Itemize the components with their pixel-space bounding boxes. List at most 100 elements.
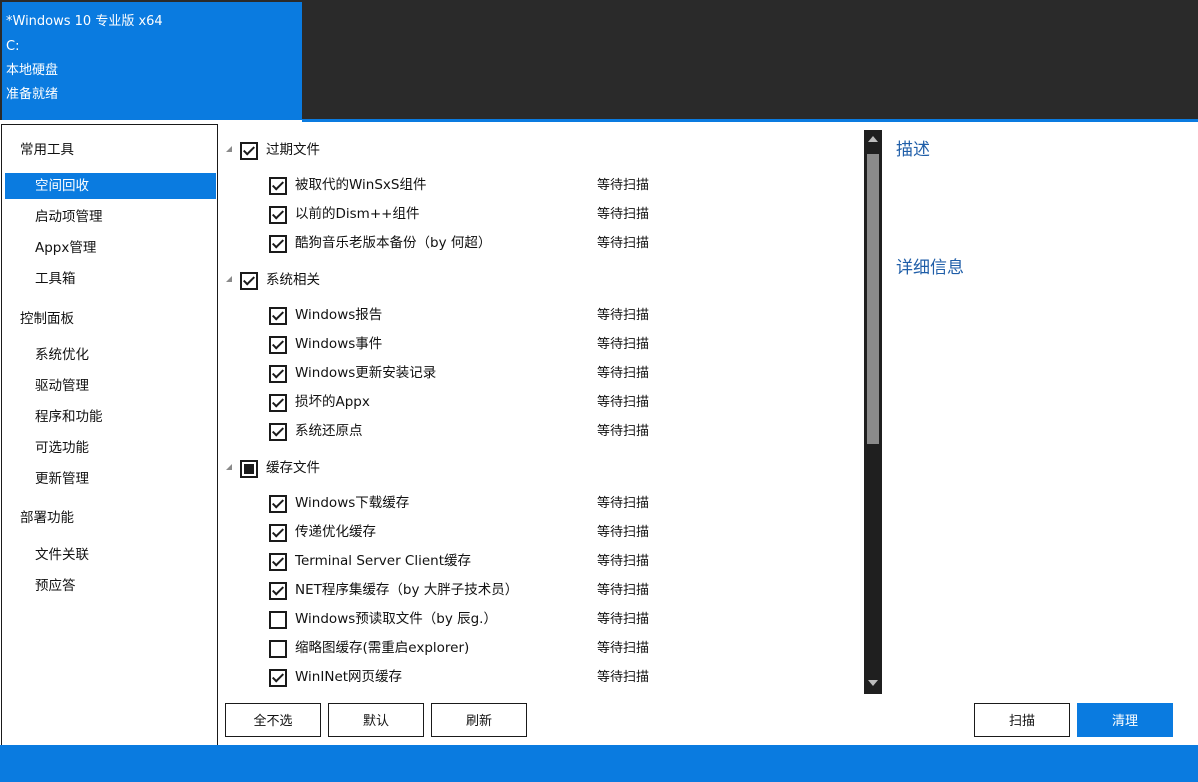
sidebar-section-deploy: 部署功能 [20,510,74,526]
disk-type: 本地硬盘 [6,63,59,78]
system-info-card[interactable]: *Windows 10 专业版 x64 C: 本地硬盘 准备就绪 [2,2,302,120]
item-status: 等待扫描 [597,207,650,222]
item-status: 等待扫描 [597,337,650,352]
item-label: 损坏的Appx [295,394,370,410]
sidebar-item-file-association[interactable]: 文件关联 [35,542,89,568]
item-label: Terminal Server Client缓存 [295,553,471,569]
item-checkbox[interactable] [269,206,287,224]
tree-item[interactable]: Windows更新安装记录 等待扫描 [220,359,860,388]
item-checkbox[interactable] [269,669,287,687]
item-label: Windows预读取文件（by 辰g.） [295,611,497,627]
sidebar-section-common-tools: 常用工具 [20,142,74,158]
group-checkbox[interactable] [240,460,258,478]
tree-item[interactable]: Windows预读取文件（by 辰g.） 等待扫描 [220,605,860,634]
item-label: NET程序集缓存（by 大胖子技术员） [295,582,519,598]
item-label: 系统还原点 [295,423,363,439]
tree-group-cache-files[interactable]: 缓存文件 [220,454,860,483]
tree-item[interactable]: NET程序集缓存（by 大胖子技术员） 等待扫描 [220,576,860,605]
tree-item[interactable]: Windows下载缓存 等待扫描 [220,489,860,518]
item-label: Windows更新安装记录 [295,365,437,381]
group-checkbox[interactable] [240,142,258,160]
item-status: 等待扫描 [597,670,650,685]
details-title: 详细信息 [896,258,964,278]
tree-item[interactable]: 以前的Dism++组件 等待扫描 [220,200,860,229]
item-label: 传递优化缓存 [295,524,376,540]
scroll-down-arrow-icon[interactable] [864,672,882,694]
item-status: 等待扫描 [597,424,650,439]
tree-item[interactable]: 被取代的WinSxS组件 等待扫描 [220,171,860,200]
item-checkbox[interactable] [269,177,287,195]
deselect-all-button[interactable]: 全不选 [225,703,321,737]
status-bar [0,745,1198,782]
sidebar-item-startup-manager[interactable]: 启动项管理 [35,204,103,230]
tree-item[interactable]: 传递优化缓存 等待扫描 [220,518,860,547]
tree-item[interactable]: 酷狗音乐老版本备份（by 何超） 等待扫描 [220,229,860,258]
item-checkbox[interactable] [269,394,287,412]
refresh-button[interactable]: 刷新 [431,703,527,737]
collapse-arrow-icon[interactable] [226,464,232,470]
tree-item[interactable]: Windows事件 等待扫描 [220,330,860,359]
tree-item[interactable]: Terminal Server Client缓存 等待扫描 [220,547,860,576]
tree-group-expired-files[interactable]: 过期文件 [220,136,860,165]
scroll-thumb[interactable] [867,154,879,444]
item-checkbox[interactable] [269,307,287,325]
item-label: 被取代的WinSxS组件 [295,177,427,193]
item-status: 等待扫描 [597,366,650,381]
sidebar-section-control-panel: 控制面板 [20,311,74,327]
item-checkbox[interactable] [269,423,287,441]
sidebar-item-optional-features[interactable]: 可选功能 [35,435,89,461]
item-checkbox[interactable] [269,611,287,629]
item-checkbox[interactable] [269,495,287,513]
sidebar-item-programs[interactable]: 程序和功能 [35,404,103,430]
group-label: 系统相关 [266,272,320,288]
item-status: 等待扫描 [597,612,650,627]
item-checkbox[interactable] [269,582,287,600]
item-status: 等待扫描 [597,496,650,511]
sidebar-item-appx-manager[interactable]: Appx管理 [35,235,96,261]
collapse-arrow-icon[interactable] [226,276,232,282]
group-label: 缓存文件 [266,460,320,476]
item-status: 等待扫描 [597,308,650,323]
item-label: 缩略图缓存(需重启explorer) [295,640,470,656]
cleanup-tree-list: 过期文件 被取代的WinSxS组件 等待扫描 以前的Dism++组件 等待扫描 … [220,125,860,695]
sidebar-item-driver-manager[interactable]: 驱动管理 [35,373,89,399]
clean-button[interactable]: 清理 [1077,703,1173,737]
system-status: 准备就绪 [6,87,59,102]
drive-letter: C: [6,39,20,54]
item-label: WinINet网页缓存 [295,669,403,685]
tree-item[interactable]: 损坏的Appx 等待扫描 [220,388,860,417]
sidebar-item-update-manager[interactable]: 更新管理 [35,466,89,492]
scroll-up-arrow-icon[interactable] [864,130,882,152]
sidebar-nav: 常用工具 空间回收 启动项管理 Appx管理 工具箱 控制面板 系统优化 驱动管… [1,124,218,746]
group-checkbox[interactable] [240,272,258,290]
sidebar-item-space-recovery[interactable]: 空间回收 [35,173,89,199]
description-title: 描述 [896,140,930,160]
group-label: 过期文件 [266,142,320,158]
item-status: 等待扫描 [597,583,650,598]
item-status: 等待扫描 [597,554,650,569]
tree-scrollbar[interactable] [864,130,882,694]
item-status: 等待扫描 [597,525,650,540]
tree-item[interactable]: 系统还原点 等待扫描 [220,417,860,446]
scan-button[interactable]: 扫描 [974,703,1070,737]
tree-group-system-related[interactable]: 系统相关 [220,266,860,295]
default-button[interactable]: 默认 [328,703,424,737]
item-checkbox[interactable] [269,553,287,571]
sidebar-item-system-optimize[interactable]: 系统优化 [35,342,89,368]
item-label: Windows事件 [295,336,383,352]
os-name: *Windows 10 专业版 x64 [6,14,163,29]
item-status: 等待扫描 [597,641,650,656]
item-status: 等待扫描 [597,178,650,193]
item-checkbox[interactable] [269,336,287,354]
item-checkbox[interactable] [269,640,287,658]
tree-item[interactable]: WinINet网页缓存 等待扫描 [220,663,860,692]
tree-item[interactable]: 缩略图缓存(需重启explorer) 等待扫描 [220,634,860,663]
sidebar-item-toolbox[interactable]: 工具箱 [35,266,76,292]
collapse-arrow-icon[interactable] [226,146,232,152]
header-accent-line [302,119,1198,122]
tree-item[interactable]: Windows报告 等待扫描 [220,301,860,330]
item-checkbox[interactable] [269,524,287,542]
item-checkbox[interactable] [269,365,287,383]
sidebar-item-unattended[interactable]: 预应答 [35,573,76,599]
item-checkbox[interactable] [269,235,287,253]
